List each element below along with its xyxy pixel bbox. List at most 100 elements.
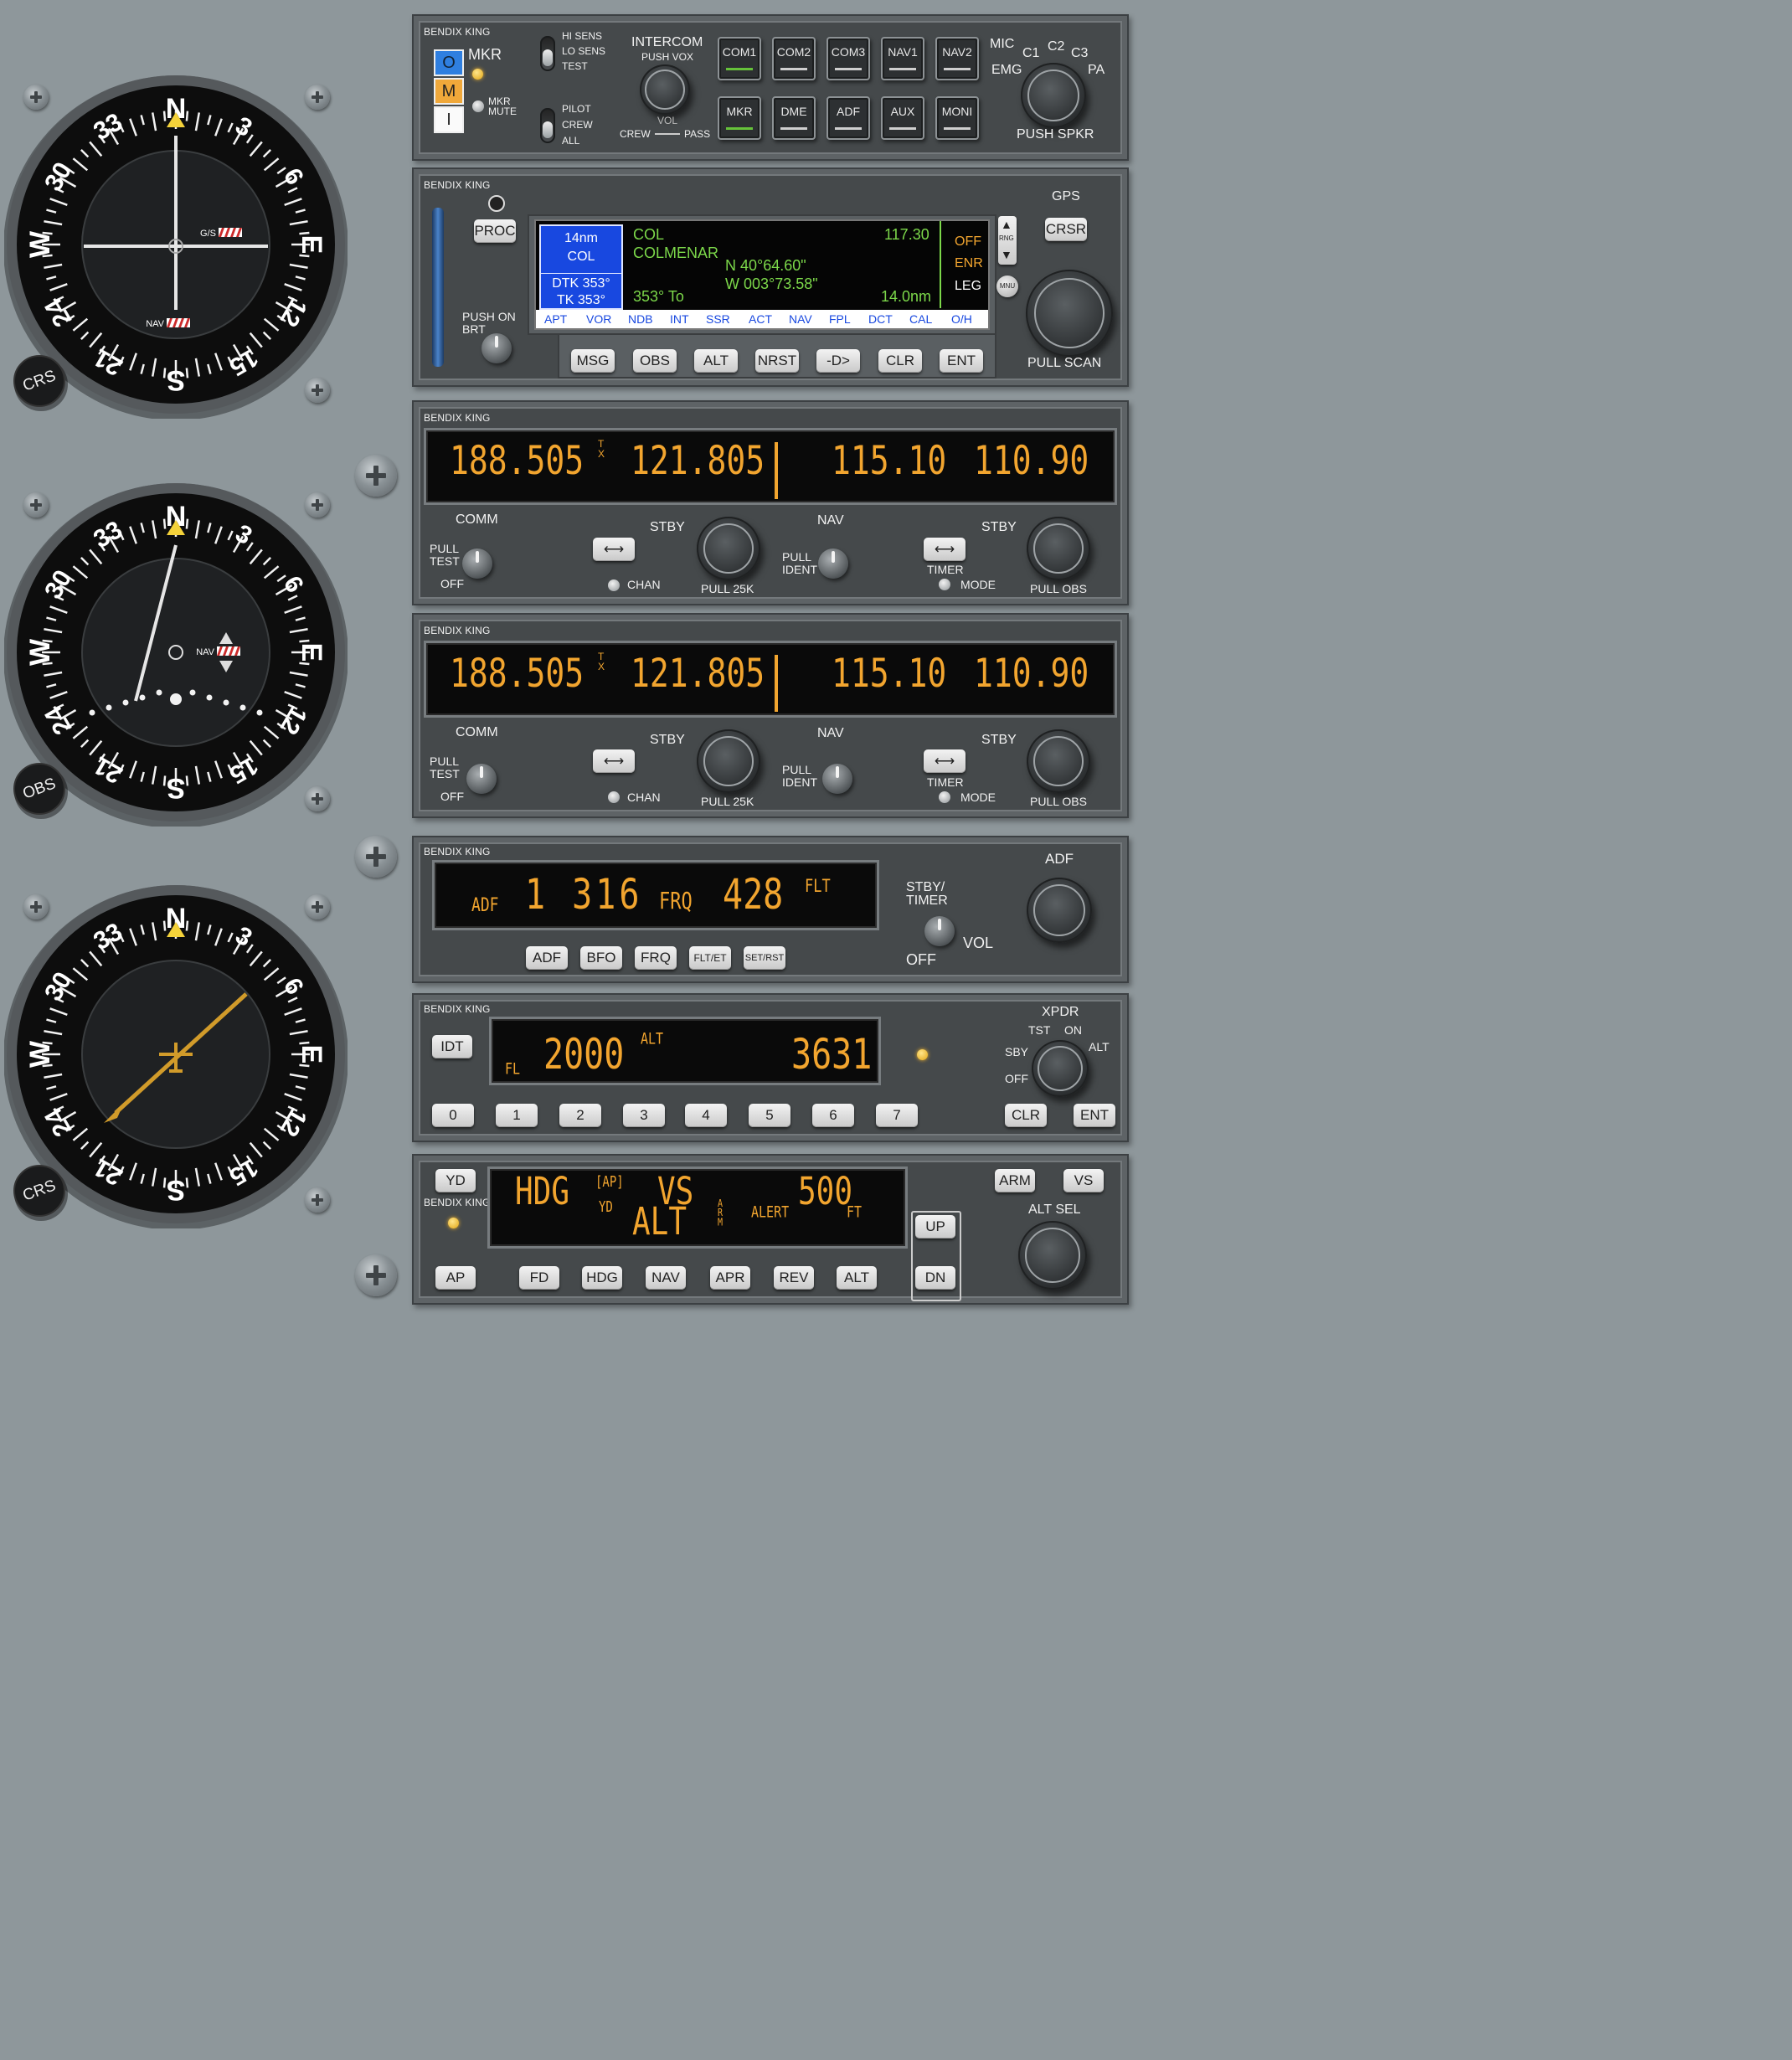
- ent-button[interactable]: ENT: [940, 349, 983, 373]
- com-flip-flop-button[interactable]: ⟷: [593, 749, 635, 773]
- com2-button[interactable]: COM2: [772, 37, 816, 80]
- alt-sel-knob[interactable]: [1018, 1221, 1087, 1290]
- power-brightness-knob[interactable]: [481, 333, 512, 363]
- proc-button[interactable]: PROC: [474, 219, 516, 243]
- marker-outer-light: O: [434, 49, 464, 76]
- up-button[interactable]: UP: [915, 1215, 955, 1239]
- crsr-button[interactable]: CRSR: [1045, 218, 1087, 241]
- tick-mark: [185, 368, 189, 379]
- rev-button[interactable]: REV: [774, 1266, 814, 1290]
- key-7[interactable]: 7: [876, 1104, 918, 1127]
- gps-scan-knob[interactable]: [1026, 270, 1113, 357]
- key-2[interactable]: 2: [559, 1104, 601, 1127]
- com-flip-flop-button[interactable]: ⟷: [593, 538, 635, 561]
- obs-button[interactable]: OBS: [633, 349, 677, 373]
- swap-arrows-icon: ⟷: [603, 541, 625, 557]
- mode-button[interactable]: [939, 579, 950, 590]
- mkr-button[interactable]: MKR: [718, 96, 761, 140]
- alt-button[interactable]: ALT: [694, 349, 738, 373]
- hdg-button[interactable]: HDG: [582, 1266, 622, 1290]
- nav2-button[interactable]: NAV2: [935, 37, 979, 80]
- mode-label: MODE: [960, 791, 996, 804]
- tab-oh[interactable]: O/H: [951, 312, 972, 326]
- nav-button[interactable]: NAV: [646, 1266, 686, 1290]
- all-label: ALL: [562, 135, 580, 147]
- nav-volume-knob[interactable]: [822, 764, 852, 794]
- xpdr-clr-button[interactable]: CLR: [1005, 1104, 1047, 1127]
- adf-label: ADF: [837, 105, 860, 118]
- key-0[interactable]: 0: [432, 1104, 474, 1127]
- tab-nav[interactable]: NAV: [789, 312, 812, 326]
- chan-button[interactable]: [608, 579, 620, 591]
- com-tune-knob[interactable]: [697, 729, 760, 793]
- tab-ndb[interactable]: NDB: [628, 312, 653, 326]
- xpdr-ent-button[interactable]: ENT: [1074, 1104, 1115, 1127]
- msg-button[interactable]: MSG: [571, 349, 615, 373]
- mkr-mute-button[interactable]: [472, 100, 484, 112]
- dme-button[interactable]: DME: [772, 96, 816, 140]
- chan-button[interactable]: [608, 791, 620, 803]
- com-volume-knob[interactable]: [466, 764, 497, 794]
- yd-button[interactable]: YD: [435, 1169, 476, 1192]
- intercom-volume-knob[interactable]: [640, 64, 690, 115]
- brand-label: BENDIX KING: [424, 625, 491, 636]
- sens-toggle[interactable]: [540, 36, 555, 71]
- intercom-mode-toggle[interactable]: [540, 108, 555, 143]
- moni-button[interactable]: MONI: [935, 96, 979, 140]
- crew-pass-slider[interactable]: [655, 133, 680, 135]
- nav-tune-knob[interactable]: [1027, 517, 1090, 580]
- set-rst-button[interactable]: SET/RST: [744, 946, 785, 970]
- mic-selector-knob[interactable]: [1021, 63, 1086, 128]
- tab-dct[interactable]: DCT: [868, 312, 893, 326]
- tab-fpl[interactable]: FPL: [829, 312, 851, 326]
- range-rocker[interactable]: ▲ RNG ▼: [998, 216, 1017, 265]
- adf-button[interactable]: ADF: [526, 946, 568, 970]
- tick-mark: [185, 518, 189, 529]
- tab-cal[interactable]: CAL: [909, 312, 932, 326]
- tab-act[interactable]: ACT: [749, 312, 772, 326]
- dn-button[interactable]: DN: [915, 1266, 955, 1290]
- com2-label: COM2: [776, 45, 811, 59]
- bfo-button[interactable]: BFO: [580, 946, 622, 970]
- nav-flip-flop-button[interactable]: ⟷: [924, 749, 966, 773]
- ident-button[interactable]: IDT: [432, 1035, 472, 1058]
- fd-button[interactable]: FD: [519, 1266, 559, 1290]
- direct-to-button[interactable]: -D>: [816, 349, 860, 373]
- key-4[interactable]: 4: [685, 1104, 727, 1127]
- com3-button[interactable]: COM3: [826, 37, 870, 80]
- mode-button[interactable]: [939, 791, 950, 803]
- key-6[interactable]: 6: [812, 1104, 854, 1127]
- aux-button[interactable]: AUX: [881, 96, 924, 140]
- com-tune-knob[interactable]: [697, 517, 760, 580]
- clr-button[interactable]: CLR: [878, 349, 922, 373]
- flt-et-button[interactable]: FLT/ET: [689, 946, 731, 970]
- ap-button[interactable]: AP: [435, 1266, 476, 1290]
- apr-button[interactable]: APR: [710, 1266, 750, 1290]
- ap-annunciator: [AP]: [595, 1174, 624, 1191]
- nav-tune-knob[interactable]: [1027, 729, 1090, 793]
- navcom-2-display: 188.505 T X 121.805 115.10 110.90: [424, 641, 1117, 718]
- tab-int[interactable]: INT: [670, 312, 689, 326]
- pull-ident-label: PULL IDENT: [782, 550, 817, 576]
- nrst-button[interactable]: NRST: [755, 349, 799, 373]
- key-1[interactable]: 1: [496, 1104, 538, 1127]
- com1-button[interactable]: COM1: [718, 37, 761, 80]
- xpdr-mode-knob[interactable]: [1032, 1040, 1089, 1097]
- tab-apt[interactable]: APT: [544, 312, 567, 326]
- tab-vor[interactable]: VOR: [586, 312, 611, 326]
- adf-audio-button[interactable]: ADF: [826, 96, 870, 140]
- adf-tune-knob[interactable]: [1027, 878, 1092, 943]
- vs-button[interactable]: VS: [1063, 1169, 1104, 1192]
- arm-button[interactable]: ARM: [995, 1169, 1035, 1192]
- com-volume-knob[interactable]: [462, 548, 492, 579]
- adf-volume-knob[interactable]: [924, 916, 955, 946]
- nav1-button[interactable]: NAV1: [881, 37, 924, 80]
- tab-ssr[interactable]: SSR: [706, 312, 730, 326]
- menu-button[interactable]: MNU: [996, 276, 1018, 297]
- alt-button[interactable]: ALT: [837, 1266, 877, 1290]
- frq-button[interactable]: FRQ: [635, 946, 677, 970]
- nav-volume-knob[interactable]: [818, 548, 848, 579]
- key-3[interactable]: 3: [623, 1104, 665, 1127]
- key-5[interactable]: 5: [749, 1104, 790, 1127]
- nav-flip-flop-button[interactable]: ⟷: [924, 538, 966, 561]
